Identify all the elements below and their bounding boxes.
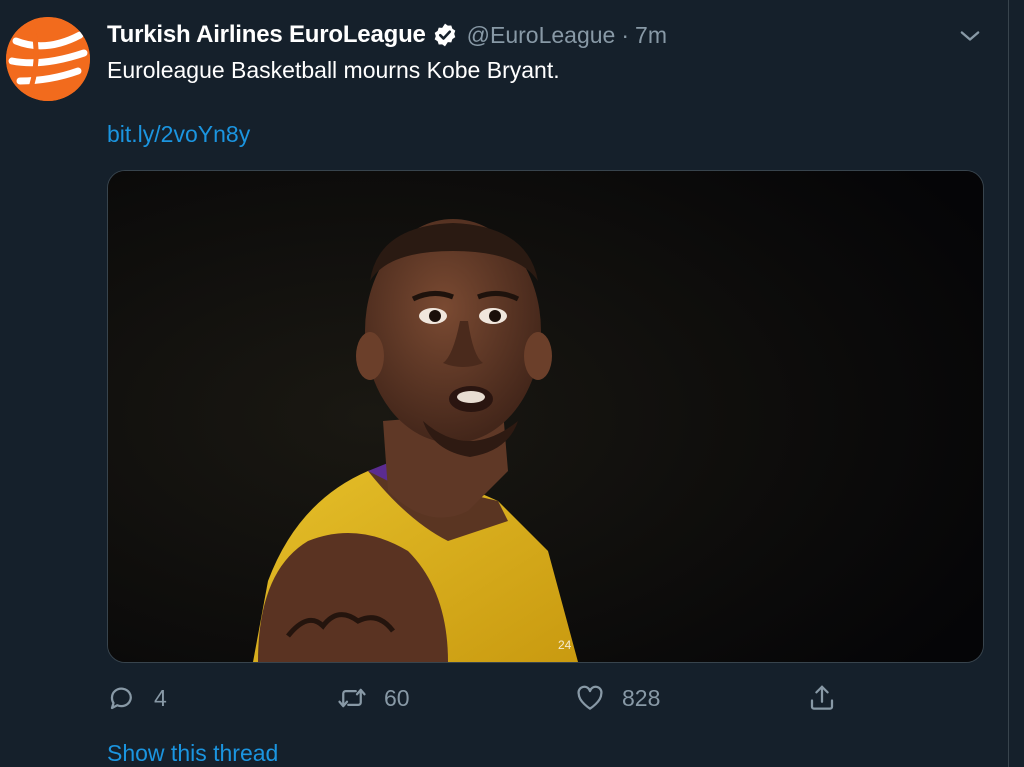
svg-text:24: 24 — [558, 638, 572, 652]
euroleague-logo-icon — [6, 17, 90, 101]
show-thread-link[interactable]: Show this thread — [107, 740, 278, 767]
avatar[interactable] — [6, 17, 90, 101]
reply-button[interactable]: 4 — [107, 678, 167, 718]
timestamp[interactable]: 7m — [635, 22, 667, 49]
player-photo: 24 — [108, 171, 983, 662]
tweet[interactable]: Turkish Airlines EuroLeague @EuroLeague … — [0, 0, 1009, 767]
reply-count: 4 — [154, 684, 167, 711]
retweet-count: 60 — [384, 684, 410, 711]
tweet-link[interactable]: bit.ly/2voYn8y — [107, 121, 250, 148]
handle[interactable]: @EuroLeague — [467, 22, 616, 49]
like-count: 828 — [622, 684, 661, 711]
tweet-actions: 4 60 828 — [107, 678, 867, 718]
reply-icon — [110, 687, 132, 710]
share-button[interactable] — [807, 678, 837, 718]
separator: · — [621, 21, 630, 48]
tweet-header: Turkish Airlines EuroLeague @EuroLeague … — [107, 18, 667, 52]
display-name[interactable]: Turkish Airlines EuroLeague — [107, 21, 426, 49]
heart-icon — [577, 685, 603, 710]
verified-badge-icon — [432, 22, 458, 48]
like-button[interactable]: 828 — [575, 678, 660, 718]
tweet-text: Euroleague Basketball mourns Kobe Bryant… — [107, 57, 560, 83]
retweet-button[interactable]: 60 — [337, 678, 410, 718]
share-icon — [810, 685, 834, 710]
retweet-icon — [338, 688, 366, 708]
tweet-media-image[interactable]: 24 — [107, 170, 984, 663]
chevron-down-icon[interactable] — [956, 22, 984, 50]
